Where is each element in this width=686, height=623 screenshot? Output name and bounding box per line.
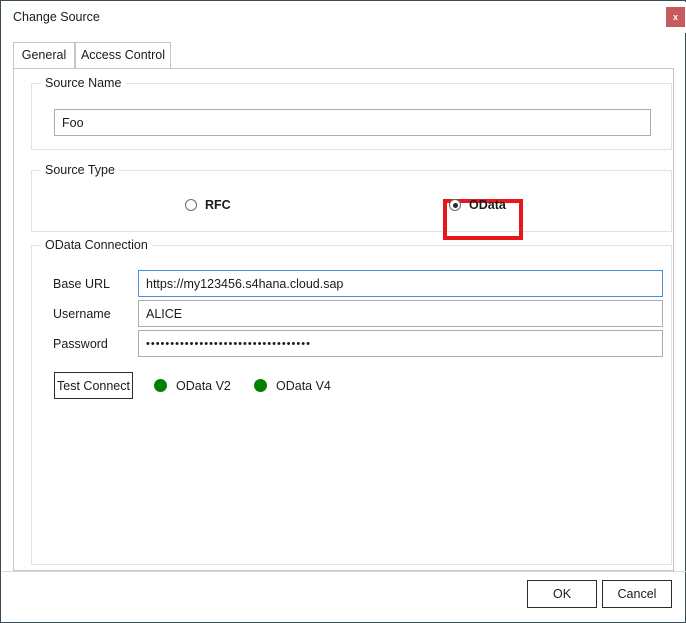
username-input[interactable]: [138, 300, 663, 327]
radio-label-odata: OData: [469, 198, 506, 212]
base-url-label: Base URL: [53, 277, 110, 291]
status-label-v4: OData V4: [276, 378, 331, 393]
close-icon[interactable]: x: [666, 7, 685, 27]
ok-button[interactable]: OK: [527, 580, 597, 608]
status-dot-icon-v2: [154, 379, 167, 392]
password-input[interactable]: [138, 330, 663, 357]
source-type-group: Source Type RFC OData: [31, 163, 673, 240]
window-title: Change Source: [13, 10, 100, 24]
odata-connection-caption: OData Connection: [41, 238, 152, 252]
footer-divider: [2, 571, 686, 572]
radio-option-rfc[interactable]: RFC: [185, 193, 231, 217]
source-name-group: Source Name: [31, 76, 672, 150]
radio-icon-rfc: [185, 199, 197, 211]
source-name-input[interactable]: [54, 109, 651, 136]
radio-icon-odata: [449, 199, 461, 211]
source-type-caption: Source Type: [41, 163, 119, 177]
password-label: Password: [53, 337, 108, 351]
general-tab-panel: Source Name Source Type RFC OData OData …: [13, 68, 674, 571]
tab-general[interactable]: General: [13, 42, 75, 69]
title-bar: Change Source x: [2, 2, 686, 33]
odata-connection-group: OData Connection Base URL Username Passw…: [31, 238, 672, 565]
source-type-radio-row: RFC OData: [32, 193, 673, 240]
username-label: Username: [53, 307, 111, 321]
status-label-v2: OData V2: [176, 378, 231, 393]
base-url-input[interactable]: [138, 270, 663, 297]
test-connect-button[interactable]: Test Connect: [54, 372, 133, 399]
source-name-caption: Source Name: [41, 76, 126, 90]
status-dot-icon-v4: [254, 379, 267, 392]
tab-access-control[interactable]: Access Control: [75, 42, 171, 69]
radio-label-rfc: RFC: [205, 198, 231, 212]
status-odata-v2: OData V2: [154, 372, 231, 399]
radio-option-odata[interactable]: OData: [449, 193, 506, 217]
status-odata-v4: OData V4: [254, 372, 331, 399]
change-source-dialog: Change Source x General Access Control S…: [0, 0, 686, 623]
cancel-button[interactable]: Cancel: [602, 580, 672, 608]
